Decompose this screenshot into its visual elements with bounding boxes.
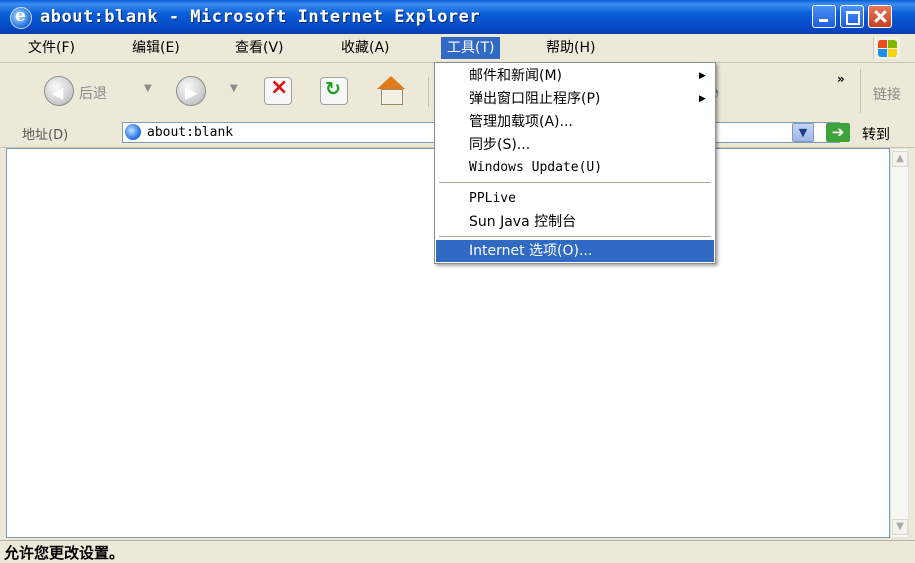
ie-icon [10,6,32,29]
back-button[interactable]: ◀ [44,76,74,106]
forward-button[interactable]: ▶ [176,76,206,106]
address-dropdown-chevron-icon[interactable]: ▼ [792,123,814,142]
menu-item-windows-update[interactable]: Windows Update(U) [436,157,714,179]
windows-logo-icon [873,37,900,59]
menu-item-pplive[interactable]: PPLive [436,188,714,210]
menu-item-manage-addons[interactable]: 管理加载项(A)... [436,111,714,133]
menu-separator [439,236,711,237]
go-arrow-icon[interactable]: ➔ [826,123,850,142]
back-dropdown-icon[interactable]: ▼ [144,83,152,94]
toolbar-separator [428,77,429,107]
refresh-button[interactable] [320,77,348,105]
submenu-arrow-icon: ▶ [699,71,706,81]
stop-button[interactable] [264,75,292,105]
title-bar: about:blank - Microsoft Internet Explore… [0,0,915,34]
toolbar-separator-links [860,69,861,113]
minimize-button[interactable] [812,5,836,28]
go-label[interactable]: 转到 [862,124,890,144]
toolbar-overflow-chevron-icon[interactable]: » [837,72,845,86]
links-label[interactable]: 链接 [873,84,901,104]
menu-item-sun-java-console[interactable]: Sun Java 控制台 [436,211,714,233]
menu-separator [439,182,711,183]
menu-item-internet-options[interactable]: Internet 选项(O)... [436,240,714,262]
submenu-arrow-icon: ▶ [699,94,706,104]
vertical-scrollbar[interactable]: ▲ ▼ [890,148,909,538]
menu-tools[interactable]: 工具(T) [441,37,501,59]
window-title: about:blank - Microsoft Internet Explore… [40,7,481,27]
back-arrow-icon: ◀ [51,83,64,102]
menu-view[interactable]: 查看(V) [229,37,290,59]
page-ie-icon [125,124,141,140]
close-button[interactable] [868,5,892,28]
menu-item-popup-blocker[interactable]: 弹出窗口阻止程序(P) ▶ [436,88,714,110]
home-button[interactable] [376,76,406,106]
status-bar: 允许您更改设置。 [0,540,915,562]
menu-favorites[interactable]: 收藏(A) [335,37,396,59]
address-url[interactable]: about:blank [147,125,233,140]
menu-help[interactable]: 帮助(H) [540,37,601,59]
menu-item-synchronize[interactable]: 同步(S)... [436,134,714,156]
menu-edit[interactable]: 编辑(E) [126,37,186,59]
maximize-button[interactable] [840,5,864,28]
scroll-up-icon[interactable]: ▲ [892,151,908,167]
menu-item-mail-and-news[interactable]: 邮件和新闻(M) ▶ [436,65,714,87]
forward-dropdown-icon[interactable]: ▼ [230,83,238,94]
tools-menu-dropdown: 邮件和新闻(M) ▶ 弹出窗口阻止程序(P) ▶ 管理加载项(A)... 同步(… [434,62,716,264]
forward-arrow-icon: ▶ [185,83,198,102]
menu-bar: 文件(F) 编辑(E) 查看(V) 收藏(A) 工具(T) 帮助(H) [0,34,915,63]
address-label: 地址(D) [22,128,69,143]
menu-file[interactable]: 文件(F) [22,37,81,59]
scroll-down-icon[interactable]: ▼ [892,519,908,535]
back-label: 后退 [79,86,107,102]
status-text: 允许您更改设置。 [4,544,125,562]
